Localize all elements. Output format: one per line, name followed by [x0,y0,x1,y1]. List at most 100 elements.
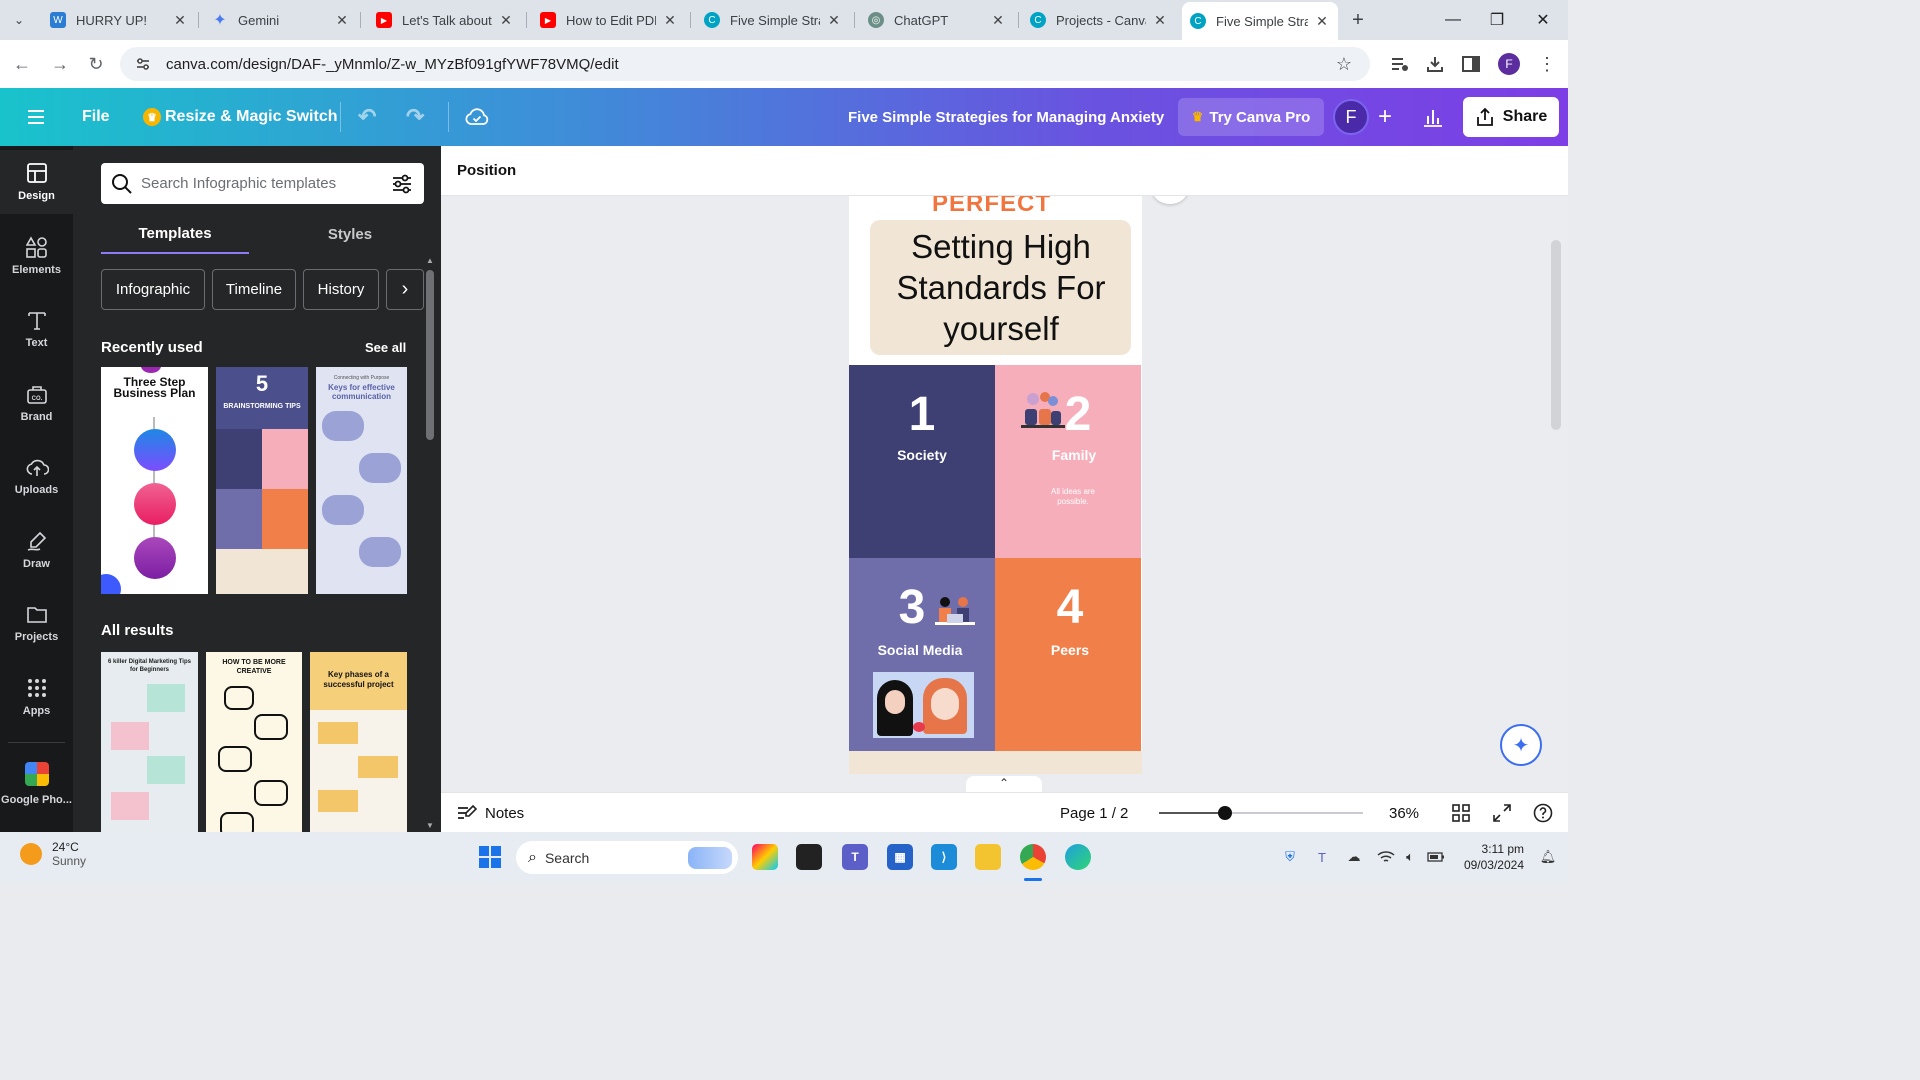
design-page[interactable]: PERFECT Setting High Standards For yours… [849,196,1142,774]
invite-button[interactable]: + [1373,99,1397,135]
design-top-word[interactable]: PERFECT [849,196,1134,218]
share-button[interactable]: Share [1463,97,1559,137]
rail-item-google-photos[interactable]: Google Pho... [0,762,73,822]
wifi-icon[interactable] [1376,847,1396,867]
magic-assistant-button[interactable]: ✦ [1500,724,1542,766]
back-button[interactable]: ← [10,52,34,76]
template-thumbnail[interactable]: Connecting with Purpose Keys for effecti… [316,367,407,594]
browser-tab[interactable]: C Five Simple Strat ✕ [696,4,850,36]
filter-icon[interactable] [390,173,414,195]
position-button[interactable]: Position [457,162,516,179]
browser-tab-active[interactable]: C Five Simple Strat ✕ [1182,2,1338,40]
new-tab-button[interactable]: + [1344,4,1372,36]
browser-tab[interactable]: ▶ Let's Talk about ✕ [368,4,522,36]
store-icon[interactable]: ▦ [887,844,913,870]
security-icon[interactable]: ⛨ [1280,847,1300,867]
resize-magic-switch-button[interactable]: ♛ Resize & Magic Switch [143,88,338,146]
close-icon[interactable]: ✕ [826,12,842,29]
volume-icon[interactable]: 🔈︎ [1400,847,1420,867]
rail-item-draw[interactable]: Draw [0,518,73,582]
notification-icon[interactable]: 🔔︎ [1538,847,1558,867]
vscode-icon[interactable]: ⟩ [931,844,957,870]
zoom-level[interactable]: 36% [1389,793,1419,833]
cloud-off-icon[interactable]: ☁ [1344,847,1364,867]
taskbar-search[interactable]: ⌕ Search [516,841,738,874]
template-search-input[interactable]: Search Infographic templates [101,163,424,204]
teams-tray-icon[interactable]: T [1312,847,1332,867]
main-menu-button[interactable] [26,88,46,146]
file-explorer-icon[interactable] [975,844,1001,870]
chip-infographic[interactable]: Infographic [101,269,205,310]
close-icon[interactable]: ✕ [334,12,350,29]
edge-icon[interactable] [1065,844,1091,870]
download-icon[interactable] [1423,52,1447,76]
tab-search-button[interactable]: ⌄ [4,4,34,36]
chip-history[interactable]: History [303,269,379,310]
reload-button[interactable]: ↻ [84,52,108,76]
close-icon[interactable]: ✕ [662,12,678,29]
page-indicator[interactable]: Page 1 / 2 [1060,793,1128,833]
puzzle-piece-peers[interactable]: 4 Peers [995,558,1141,751]
puzzle-piece-social-media[interactable]: 3 Social Media [849,558,995,751]
profile-avatar[interactable]: F [1498,53,1520,75]
template-thumbnail[interactable]: Three Step Business Plan [101,367,208,594]
zoom-slider-handle[interactable] [1218,806,1232,820]
task-view-icon[interactable] [796,844,822,870]
notes-button[interactable]: Notes [457,793,524,833]
close-window-button[interactable]: ✕ [1520,0,1566,40]
chips-next-button[interactable]: › [386,269,424,310]
puzzle-piece-society[interactable]: 1 Society [849,365,995,558]
user-avatar[interactable]: F [1333,99,1369,135]
rail-item-brand[interactable]: CO. Brand [0,371,73,435]
chrome-menu-icon[interactable]: ⋮ [1535,52,1559,76]
browser-tab[interactable]: W HURRY UP! ✕ [42,4,196,36]
zoom-slider[interactable] [1159,806,1363,820]
help-button[interactable] [1533,793,1553,833]
cloud-save-button[interactable] [465,88,489,146]
teams-icon[interactable]: T [842,844,868,870]
rail-item-projects[interactable]: Projects [0,591,73,655]
close-icon[interactable]: ✕ [1152,12,1168,29]
see-all-link[interactable]: See all [365,340,406,355]
rail-item-elements[interactable]: Elements [0,224,73,288]
restore-button[interactable]: ❐ [1474,0,1520,40]
undo-button[interactable]: ↶ [358,88,376,146]
rail-item-text[interactable]: Text [0,297,73,361]
bookmark-star-icon[interactable]: ☆ [1332,54,1356,75]
grid-view-button[interactable] [1452,793,1470,833]
site-settings-icon[interactable] [134,55,152,73]
start-button[interactable] [477,844,503,870]
side-panel-icon[interactable] [1459,52,1483,76]
redo-button[interactable]: ↷ [406,88,424,146]
rail-item-uploads[interactable]: Uploads [0,444,73,508]
show-pages-button[interactable]: ⌃ [966,776,1042,792]
browser-tab[interactable]: C Projects - Canva ✕ [1022,4,1176,36]
template-thumbnail[interactable]: 5 BRAINSTORMING TIPS [216,367,308,594]
page-handle[interactable] [1152,196,1188,204]
minimize-button[interactable]: — [1430,0,1476,40]
forward-button[interactable]: → [48,52,72,76]
puzzle-piece-family[interactable]: 2 Family All ideas are possible. [995,365,1141,558]
browser-tab[interactable]: ◎ ChatGPT ✕ [860,4,1014,36]
browser-tab[interactable]: ▶ How to Edit PDF ✕ [532,4,686,36]
chip-timeline[interactable]: Timeline [212,269,296,310]
file-menu-button[interactable]: File [82,88,110,146]
design-heading[interactable]: Setting High Standards For yourself [873,226,1129,349]
rail-item-apps[interactable]: Apps [0,665,73,729]
close-icon[interactable]: ✕ [1314,13,1330,30]
weather-widget[interactable]: 24°C Sunny [20,840,86,868]
media-control-icon[interactable] [1388,52,1412,76]
close-icon[interactable]: ✕ [498,12,514,29]
copilot-icon[interactable] [752,844,778,870]
tab-templates[interactable]: Templates [101,214,249,254]
close-icon[interactable]: ✕ [990,12,1006,29]
document-title[interactable]: Five Simple Strategies for Managing Anxi… [848,88,1164,146]
url-bar[interactable]: canva.com/design/DAF-_yMnmlo/Z-w_MYzBf09… [120,47,1370,81]
canvas-scrollbar[interactable] [1551,240,1561,430]
fullscreen-button[interactable] [1493,793,1511,833]
close-icon[interactable]: ✕ [172,12,188,29]
tab-styles[interactable]: Styles [276,214,424,254]
rail-item-design[interactable]: Design [0,150,73,214]
browser-tab[interactable]: ✦ Gemini ✕ [204,4,358,36]
battery-icon[interactable] [1426,847,1446,867]
